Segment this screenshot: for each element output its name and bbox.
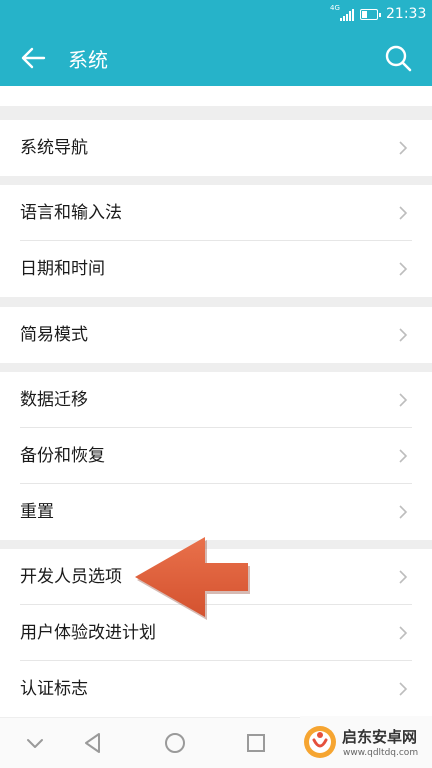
network-type: 4G (330, 4, 340, 12)
annotation-arrow-icon (135, 537, 250, 620)
settings-item-data-migration[interactable]: 数据迁移 (0, 372, 432, 428)
battery-icon (360, 9, 381, 20)
back-triangle-icon[interactable] (79, 728, 109, 758)
settings-group-system-update: 系统更新 (0, 86, 432, 106)
watermark-url: www.qdltdq.com (343, 748, 419, 758)
status-bar: 4G 21:33 (0, 0, 432, 30)
chevron-down-icon[interactable] (20, 728, 50, 758)
settings-item-label: 认证标志 (20, 679, 88, 699)
status-time: 21:33 (386, 6, 427, 22)
settings-item-label: 系统导航 (20, 138, 88, 158)
chevron-right-icon (399, 328, 408, 342)
chevron-right-icon (399, 682, 408, 696)
settings-item-label: 日期和时间 (20, 259, 105, 279)
site-watermark: 启东安卓网 www.qdltdq.com (300, 716, 432, 768)
settings-item-simple-mode[interactable]: 简易模式 (0, 307, 432, 363)
site-logo-icon (304, 726, 336, 758)
settings-item-backup-restore[interactable]: 备份和恢复 (0, 428, 432, 484)
chevron-right-icon (399, 505, 408, 519)
recents-square-icon[interactable] (241, 728, 271, 758)
settings-item-language-input[interactable]: 语言和输入法 (0, 185, 432, 241)
settings-group-navigation: 系统导航 (0, 120, 432, 176)
settings-item-certification[interactable]: 认证标志 (0, 661, 432, 717)
settings-item-date-time[interactable]: 日期和时间 (0, 241, 432, 297)
settings-item-label: 语言和输入法 (20, 203, 122, 223)
app-bar: 系统 (0, 30, 432, 86)
chevron-right-icon (399, 393, 408, 407)
settings-item-system-navigation[interactable]: 系统导航 (0, 120, 432, 176)
settings-item-system-update[interactable]: 系统更新 (0, 86, 432, 106)
watermark-title: 启东安卓网 (342, 728, 418, 746)
settings-item-label: 系统更新 (20, 86, 88, 106)
settings-item-label: 开发人员选项 (20, 567, 122, 587)
back-arrow-icon[interactable] (18, 42, 50, 74)
chevron-right-icon (399, 206, 408, 220)
chevron-right-icon (399, 449, 408, 463)
chevron-right-icon (399, 626, 408, 640)
settings-item-label: 重置 (20, 502, 54, 522)
chevron-right-icon (399, 570, 408, 584)
settings-list: 系统更新 系统导航 语言和输入法 日期和时间 简易模式 数据迁移 (0, 86, 432, 718)
search-icon[interactable] (382, 42, 414, 74)
settings-item-label: 简易模式 (20, 325, 88, 345)
settings-item-reset[interactable]: 重置 (0, 484, 432, 540)
settings-item-label: 备份和恢复 (20, 446, 105, 466)
page-title: 系统 (68, 48, 108, 72)
settings-group-simple-mode: 简易模式 (0, 307, 432, 363)
chevron-right-icon (399, 141, 408, 155)
home-circle-icon[interactable] (160, 728, 190, 758)
signal-icon (340, 9, 354, 21)
settings-group-language-time: 语言和输入法 日期和时间 (0, 185, 432, 297)
settings-item-label: 数据迁移 (20, 390, 88, 410)
settings-group-data: 数据迁移 备份和恢复 重置 (0, 372, 432, 540)
chevron-right-icon (399, 262, 408, 276)
